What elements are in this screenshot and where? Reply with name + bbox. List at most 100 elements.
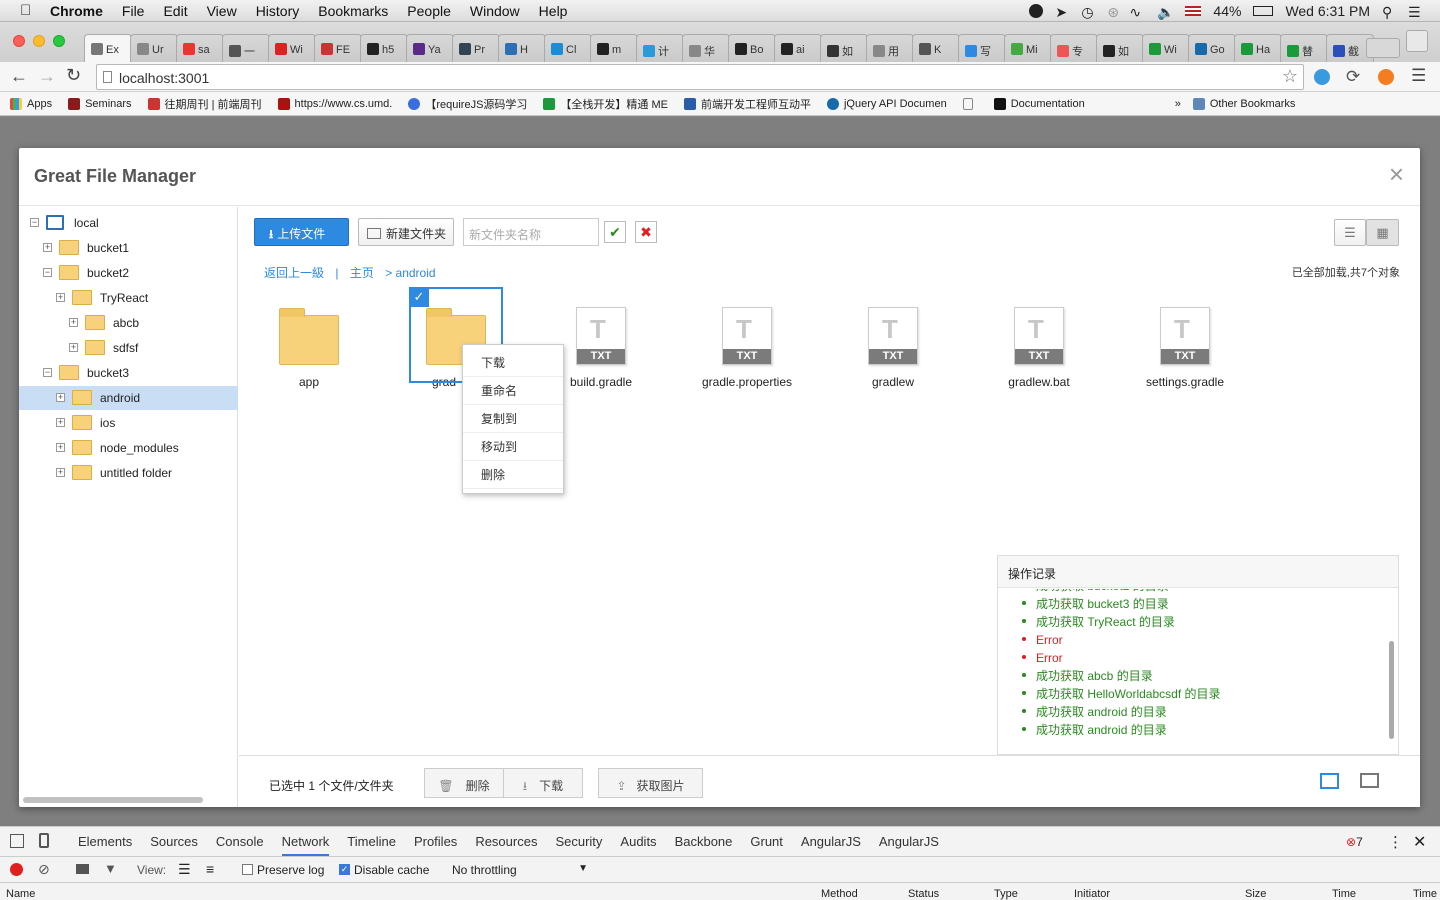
browser-tab[interactable]: 用 xyxy=(866,34,914,62)
devtools-tab-backbone[interactable]: Backbone xyxy=(675,834,733,849)
file-item-settings-gradle[interactable]: T TXT settings.gradle xyxy=(1125,287,1245,389)
bookmark-apps[interactable]: Apps xyxy=(10,97,52,110)
browser-tab[interactable]: Go xyxy=(1188,34,1236,62)
column-time[interactable]: Time xyxy=(1332,888,1356,900)
record-icon[interactable] xyxy=(10,863,23,876)
devtools-tab-timeline[interactable]: Timeline xyxy=(347,834,396,849)
time-machine-icon[interactable]: ◷ xyxy=(1081,4,1095,20)
upload-button[interactable]: ⭳ 上传文件 xyxy=(254,218,349,246)
devtools-tab-console[interactable]: Console xyxy=(216,834,264,849)
browser-tab[interactable]: 替 xyxy=(1280,34,1328,62)
devtools-tab-security[interactable]: Security xyxy=(555,834,602,849)
throttling-select[interactable]: No throttling ▼ xyxy=(452,863,588,877)
bookmark-other[interactable]: Other Bookmarks xyxy=(1192,97,1295,110)
column-name[interactable]: Name xyxy=(6,888,35,900)
browser-tab[interactable]: Mi xyxy=(1004,34,1052,62)
collapse-icon[interactable]: − xyxy=(30,218,39,227)
maximize-window-button[interactable] xyxy=(53,35,65,47)
minimize-window-button[interactable] xyxy=(33,35,45,47)
list-view-button[interactable]: ☰ xyxy=(1334,219,1366,246)
inspect-element-icon[interactable] xyxy=(10,834,24,848)
collapse-icon[interactable]: − xyxy=(43,268,52,277)
browser-tab[interactable]: sa xyxy=(176,34,224,62)
bookmark-page[interactable] xyxy=(962,97,978,110)
expand-icon[interactable]: + xyxy=(69,343,78,352)
bookmark-documentation[interactable]: Documentation xyxy=(993,97,1085,110)
cancel-folder-button[interactable]: ✖ xyxy=(635,221,657,243)
devtools-tab-sources[interactable]: Sources xyxy=(150,834,198,849)
devtools-tab-profiles[interactable]: Profiles xyxy=(414,834,457,849)
breadcrumb-home-link[interactable]: 主页 xyxy=(350,266,374,280)
back-icon[interactable]: ← xyxy=(10,66,28,87)
browser-tab[interactable]: 华 xyxy=(682,34,730,62)
browser-tab[interactable]: Pr xyxy=(452,34,500,62)
file-item-gradlew-bat[interactable]: T TXT gradlew.bat xyxy=(979,287,1099,389)
bookmark-jquery[interactable]: jQuery API Documen xyxy=(826,97,947,110)
browser-tab[interactable]: h5 xyxy=(360,34,408,62)
extension-globe-icon[interactable] xyxy=(1314,69,1330,85)
tree-node-tryreact[interactable]: + TryReact xyxy=(19,286,238,310)
close-icon[interactable]: × xyxy=(1389,161,1404,187)
devtools-tab-angularjs[interactable]: AngularJS xyxy=(801,834,861,849)
column-size[interactable]: Size xyxy=(1245,888,1266,900)
file-item-app[interactable]: app xyxy=(249,287,369,389)
telegram-icon[interactable]: ➤ xyxy=(1055,4,1069,20)
menu-view[interactable]: View xyxy=(207,3,237,19)
close-window-button[interactable] xyxy=(13,35,25,47)
bluetooth-icon[interactable]: ⊛ xyxy=(1107,4,1119,20)
bookmarks-overflow-icon[interactable]: » xyxy=(1175,98,1181,110)
devtools-more-icon[interactable]: ⋮ xyxy=(1388,833,1403,851)
devtools-tab-network[interactable]: Network xyxy=(281,834,330,856)
clock[interactable]: Wed 6:31 PM xyxy=(1285,3,1370,19)
large-rows-icon[interactable]: ☰ xyxy=(178,861,191,878)
bookmark-seminars[interactable]: Seminars xyxy=(68,97,132,110)
bookmark-fe-weekly[interactable]: 往期周刊 | 前端周刊 xyxy=(147,96,262,112)
bookmark-fullstack[interactable]: 【全栈开发】精通 ME xyxy=(543,96,668,112)
browser-tab-active[interactable]: Ex xyxy=(84,34,132,62)
expand-icon[interactable]: + xyxy=(43,243,52,252)
battery-percent[interactable]: 44% xyxy=(1213,3,1241,19)
chrome-menu-icon[interactable]: ☰ xyxy=(1411,66,1426,86)
apple-menu-icon[interactable]:  xyxy=(20,2,36,19)
browser-tab[interactable]: Ya xyxy=(406,34,454,62)
confirm-folder-button[interactable]: ✔ xyxy=(604,221,626,243)
browser-tab[interactable]: K xyxy=(912,34,960,62)
disable-cache-checkbox[interactable]: ✓ xyxy=(339,864,350,875)
new-tab-button[interactable] xyxy=(1366,38,1400,58)
delete-button[interactable]: 🗑 删除 xyxy=(424,768,504,798)
bookmark-cs-umd[interactable]: https://www.cs.umd. xyxy=(277,97,392,110)
browser-tab[interactable]: m xyxy=(590,34,638,62)
browser-tab[interactable]: 专 xyxy=(1050,34,1098,62)
tree-node-bucket2[interactable]: − bucket2 xyxy=(19,261,238,285)
filter-icon[interactable]: ▼ xyxy=(104,861,117,876)
bookmark-requirejs[interactable]: 【requireJS源码学习 xyxy=(408,96,527,112)
tree-horizontal-scrollbar[interactable] xyxy=(23,797,203,803)
tree-node-bucket3[interactable]: − bucket3 xyxy=(19,361,238,385)
browser-tab[interactable]: 一 xyxy=(222,34,270,62)
reload-icon[interactable]: ↻ xyxy=(66,65,81,86)
file-item-gradlew[interactable]: T TXT gradlew xyxy=(833,287,953,389)
expand-icon[interactable]: + xyxy=(56,418,65,427)
menu-file[interactable]: File xyxy=(122,3,145,19)
wifi-icon[interactable]: ∿ xyxy=(1129,4,1145,20)
address-bar[interactable]: localhost:3001 ☆ xyxy=(96,64,1304,90)
context-rename[interactable]: 重命名 xyxy=(463,377,563,405)
folder-name-input[interactable]: 新文件夹名称 xyxy=(463,218,599,246)
bookmark-star-icon[interactable]: ☆ xyxy=(1282,66,1298,87)
expand-icon[interactable]: + xyxy=(56,293,65,302)
tree-node-bucket1[interactable]: + bucket1 xyxy=(19,236,238,260)
bookmark-frontend-engineer[interactable]: 前端开发工程师互动平 xyxy=(683,96,811,112)
volume-icon[interactable]: 🔈 xyxy=(1157,4,1174,20)
notification-center-icon[interactable]: ☰ xyxy=(1408,4,1426,20)
context-download[interactable]: 下载 xyxy=(463,349,563,377)
browser-tab[interactable]: 如 xyxy=(1096,34,1144,62)
checkbox-checked-icon[interactable]: ✓ xyxy=(409,287,429,307)
menu-bookmarks[interactable]: Bookmarks xyxy=(318,3,388,19)
extension-sync-icon[interactable]: ⟳ xyxy=(1346,67,1360,87)
fullscreen-icon[interactable] xyxy=(1360,773,1379,788)
browser-tab[interactable]: 计 xyxy=(636,34,684,62)
devtools-tab-grunt[interactable]: Grunt xyxy=(750,834,783,849)
profile-icon[interactable] xyxy=(1406,30,1428,52)
browser-tab[interactable]: Cl xyxy=(544,34,592,62)
browser-tab[interactable]: Bo xyxy=(728,34,776,62)
